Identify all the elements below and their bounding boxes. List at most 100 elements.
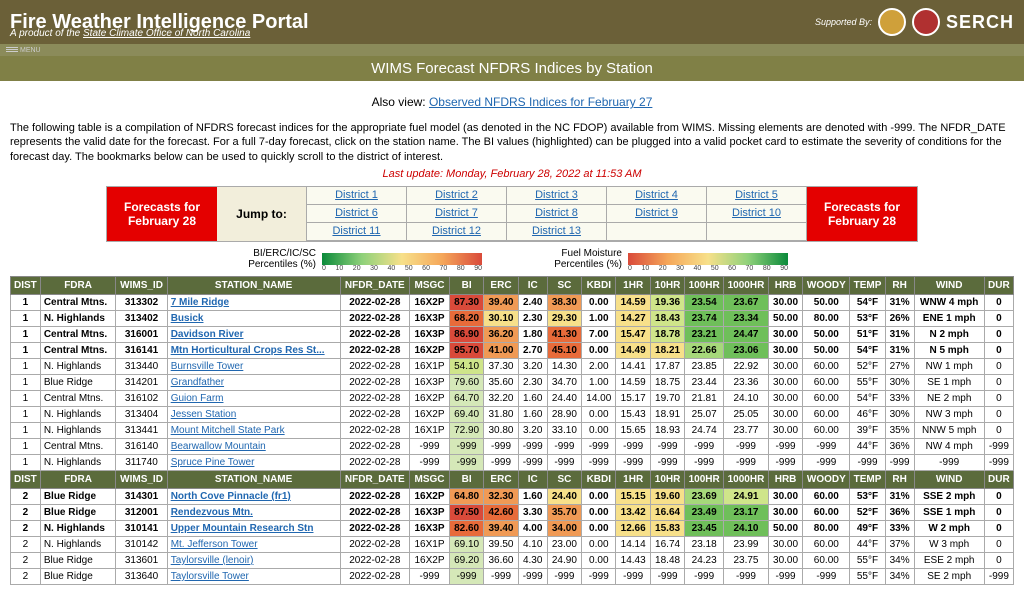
table-row: 1Central Mtns.316001Davidson River2022-0…	[11, 326, 1014, 342]
table-row: 1N. Highlands313404Jessen Station2022-02…	[11, 406, 1014, 422]
station-link[interactable]: Davidson River	[171, 329, 244, 340]
observed-link[interactable]: Observed NFDRS Indices for February 27	[429, 95, 652, 109]
col-header: 10HR	[650, 276, 684, 294]
also-view: Also view: Observed NFDRS Indices for Fe…	[10, 95, 1014, 109]
district-link[interactable]: District 3	[535, 189, 578, 201]
station-link[interactable]: Spruce Pine Tower	[171, 457, 255, 468]
col-header: DIST	[11, 470, 41, 488]
col-header: DIST	[11, 276, 41, 294]
col-header: MSGC	[410, 470, 450, 488]
station-link[interactable]: North Cove Pinnacle (fr1)	[171, 491, 291, 502]
col-header: KBDI	[582, 276, 616, 294]
col-header: 1000HR	[724, 276, 769, 294]
menu-bar[interactable]: MENU	[0, 44, 1024, 56]
col-header: WIMS_ID	[116, 276, 167, 294]
col-header: ERC	[484, 276, 518, 294]
district-link[interactable]: District 12	[432, 225, 481, 237]
col-header: DUR	[984, 470, 1013, 488]
table-row: 2Blue Ridge313601Taylorsville (lenoir)20…	[11, 552, 1014, 568]
description-text: The following table is a compilation of …	[10, 121, 1014, 164]
forecasts-left-button[interactable]: Forecasts for February 28	[107, 187, 217, 241]
seal-icon	[878, 8, 906, 36]
jump-panel: Forecasts for February 28 Jump to: Distr…	[10, 186, 1014, 242]
col-header: BI	[449, 276, 483, 294]
district-grid: District 1 District 6 District 11 District …	[307, 187, 807, 241]
station-link[interactable]: Jessen Station	[171, 409, 237, 420]
gradient-erc-icon: 0102030405060708090	[322, 253, 482, 265]
district-link[interactable]: District 7	[435, 207, 478, 219]
last-update: Last update: Monday, February 28, 2022 a…	[10, 168, 1014, 180]
col-header: HRB	[768, 276, 802, 294]
district-link[interactable]: District 6	[335, 207, 378, 219]
menu-icon[interactable]	[6, 46, 18, 54]
district-link[interactable]: District 1	[335, 189, 378, 201]
col-header: WIMS_ID	[116, 470, 167, 488]
table-row: 1N. Highlands313402Busick2022-02-2816X3P…	[11, 310, 1014, 326]
table-row: 2Blue Ridge312001Rendezvous Mtn.2022-02-…	[11, 504, 1014, 520]
district-link[interactable]: District 9	[635, 207, 678, 219]
district-link[interactable]: District 8	[535, 207, 578, 219]
station-link[interactable]: Busick	[171, 313, 204, 324]
sco-link[interactable]: State Climate Office of North Carolina	[83, 28, 250, 39]
district-link[interactable]: District 13	[532, 225, 581, 237]
col-header: SC	[547, 276, 581, 294]
col-header: 100HR	[685, 276, 724, 294]
station-link[interactable]: Mtn Horticultural Crops Res St...	[171, 345, 325, 356]
col-header: NFDR_DATE	[340, 276, 410, 294]
forecasts-right-button[interactable]: Forecasts for February 28	[807, 187, 917, 241]
col-header: STATION_NAME	[167, 276, 340, 294]
station-link[interactable]: Taylorsville (lenoir)	[171, 555, 254, 566]
indices-table: DISTFDRAWIMS_IDSTATION_NAMENFDR_DATEMSGC…	[10, 276, 1014, 585]
station-link[interactable]: Taylorsville Tower	[171, 571, 249, 582]
station-link[interactable]: Mt. Jefferson Tower	[171, 539, 258, 550]
col-header: TEMP	[850, 470, 885, 488]
legend-left-label: BI/ERC/IC/SC Percentiles (%)	[236, 248, 316, 270]
table-row: 1Central Mtns.316102Guion Farm2022-02-28…	[11, 390, 1014, 406]
col-header: STATION_NAME	[167, 470, 340, 488]
district-link[interactable]: District 4	[635, 189, 678, 201]
station-link[interactable]: Upper Mountain Research Stn	[171, 523, 314, 534]
header-bar: Fire Weather Intelligence Portal A produ…	[0, 0, 1024, 44]
table-row: 2N. Highlands310141Upper Mountain Resear…	[11, 520, 1014, 536]
table-row: 1Central Mtns.316140Bearwallow Mountain2…	[11, 438, 1014, 454]
table-row: 1N. Highlands313441Mount Mitchell State …	[11, 422, 1014, 438]
district-link[interactable]: District 2	[435, 189, 478, 201]
station-link[interactable]: Guion Farm	[171, 393, 224, 404]
district-link[interactable]: District 11	[332, 225, 380, 237]
table-row: 1N. Highlands311740Spruce Pine Tower2022…	[11, 454, 1014, 470]
station-link[interactable]: 7 Mile Ridge	[171, 297, 229, 308]
col-header: IC	[518, 276, 547, 294]
table-row: 1Central Mtns.3133027 Mile Ridge2022-02-…	[11, 294, 1014, 310]
district-link[interactable]: District 5	[735, 189, 778, 201]
col-header: RH	[885, 276, 914, 294]
col-header: 1000HR	[724, 470, 769, 488]
col-header: FDRA	[40, 470, 116, 488]
col-header: MSGC	[410, 276, 450, 294]
table-row: 2N. Highlands310142Mt. Jefferson Tower20…	[11, 536, 1014, 552]
col-header: NFDR_DATE	[340, 470, 410, 488]
col-header: WIND	[914, 470, 984, 488]
legend-row: BI/ERC/IC/SC Percentiles (%) 01020304050…	[10, 248, 1014, 270]
legend-right-label: Fuel Moisture Percentiles (%)	[542, 248, 622, 270]
station-link[interactable]: Rendezvous Mtn.	[171, 507, 253, 518]
col-header: ERC	[484, 470, 518, 488]
col-header: TEMP	[850, 276, 885, 294]
table-row: 1Central Mtns.316141Mtn Horticultural Cr…	[11, 342, 1014, 358]
table-row: 1Blue Ridge314201Grandfather2022-02-2816…	[11, 374, 1014, 390]
station-link[interactable]: Bearwallow Mountain	[171, 441, 266, 452]
col-header: SC	[547, 470, 581, 488]
gradient-fm-icon: 0102030405060708090	[628, 253, 788, 265]
col-header: WIND	[914, 276, 984, 294]
district-link[interactable]: District 10	[732, 207, 781, 219]
menu-label: MENU	[20, 47, 41, 54]
col-header: BI	[449, 470, 483, 488]
table-row: 2Blue Ridge313640Taylorsville Tower2022-…	[11, 568, 1014, 584]
serch-logo: SERCH	[946, 12, 1014, 33]
table-row: 1N. Highlands313440Burnsville Tower2022-…	[11, 358, 1014, 374]
station-link[interactable]: Burnsville Tower	[171, 361, 244, 372]
col-header: FDRA	[40, 276, 116, 294]
station-link[interactable]: Grandfather	[171, 377, 224, 388]
station-link[interactable]: Mount Mitchell State Park	[171, 425, 285, 436]
portal-subtitle: A product of the State Climate Office of…	[10, 28, 250, 39]
supported-by-label: Supported By:	[815, 17, 872, 27]
